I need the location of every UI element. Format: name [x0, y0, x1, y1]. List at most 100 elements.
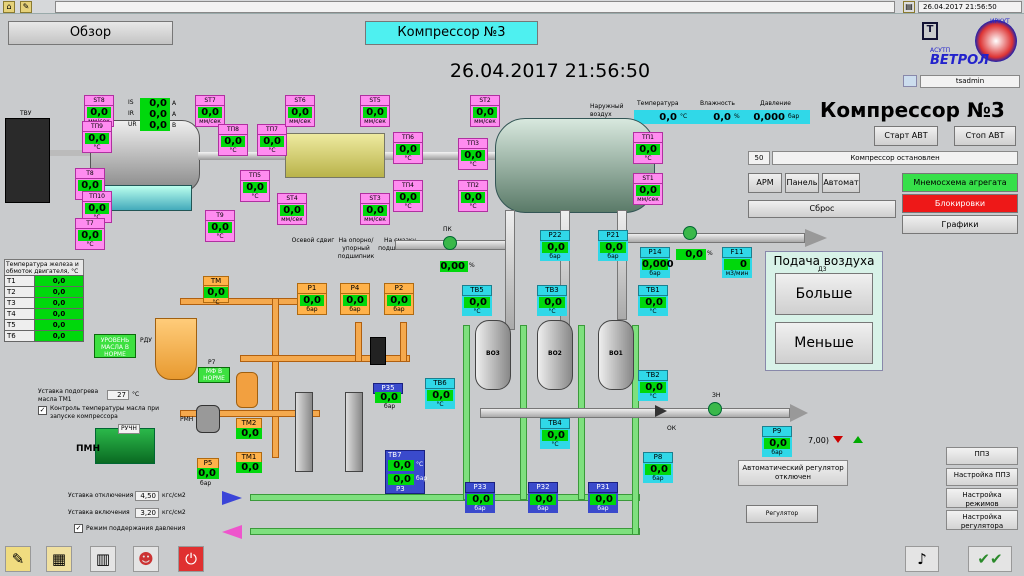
sensor-box: 0,0°C [75, 229, 105, 250]
pressure-value: 0,000 [753, 112, 785, 123]
regulator-status: Автоматический регулятор отключен [738, 460, 848, 486]
air-sensor-tb2: ТВ2 0,0 °C [638, 370, 668, 401]
sensor-value: 0,0 [221, 136, 245, 147]
p5-value: 0,0 [197, 468, 219, 479]
modes-settings-button[interactable]: Настройка режимов [946, 488, 1018, 508]
regulator-button[interactable]: Регулятор [746, 505, 818, 523]
regulator-settings-button[interactable]: Настройка регулятора [946, 510, 1018, 530]
sensor-box: 0,0°C [458, 191, 488, 212]
sound-icon[interactable]: ♪ [905, 546, 939, 572]
tab-compressor-3[interactable]: Компрессор №3 [365, 21, 538, 45]
sensor-unit: °C [469, 203, 477, 210]
tb7-unit: °C [416, 461, 424, 468]
pressure-label: Р1 [297, 283, 327, 294]
windings-row: T4 0,0 [4, 308, 84, 320]
outside-label: Наружный воздух [590, 103, 624, 118]
air-sensor-value: 0,0 [427, 390, 453, 401]
sensor-label: ТП5 [240, 170, 270, 181]
ruchn-field[interactable]: РУЧН [118, 424, 140, 434]
users-icon[interactable]: ☻ [133, 546, 159, 572]
winding-value: 0,0 [34, 297, 84, 309]
increase-air-button[interactable]: Больше [775, 273, 873, 315]
off-setpoint-input[interactable]: 4,50 [135, 491, 159, 501]
air-sensor-unit: °C [649, 393, 657, 400]
air-sensor-value: 0,0 [542, 430, 568, 441]
tools-icon[interactable]: ✎ [5, 546, 31, 572]
pk-valve[interactable] [443, 236, 457, 250]
air-sensor-label: ТВ3 [537, 285, 567, 296]
temp-label: Температура [637, 100, 679, 107]
oil-temp-control-checkbox[interactable]: ✓ [38, 406, 47, 415]
d3-valve[interactable] [683, 226, 697, 240]
sensor-value: 0,0 [461, 192, 485, 203]
sensor-unit: °C [404, 203, 412, 210]
sensor-box: 0,0мм/сек [285, 106, 315, 127]
printer-icon[interactable]: ▤ [903, 1, 915, 13]
pressure-unit: бар [393, 306, 405, 313]
ppz-settings-button[interactable]: Настройка ППЗ [946, 468, 1018, 486]
d3-value: 0,0 [676, 249, 706, 260]
power-icon[interactable]: ⏻ [178, 546, 204, 572]
acknowledge-icon[interactable]: ✔✔ [968, 546, 1012, 572]
air-pipe-bottom [480, 408, 790, 418]
air-sensor-label: Р22 [540, 230, 570, 241]
valve-p4 [370, 337, 386, 365]
air-sensor-label: Р33 [465, 482, 495, 493]
air-sensor-label: ТВ2 [638, 370, 668, 381]
start-auto-button[interactable]: Старт АВТ [874, 126, 938, 146]
report-icon[interactable]: ▥ [90, 546, 116, 572]
on-setpoint-input[interactable]: 3,20 [135, 508, 159, 518]
blocks-button[interactable]: Блокировки [902, 194, 1018, 213]
ur-unit: В [172, 122, 177, 129]
air-sensor-f11: F11 0 м3/мин [722, 247, 752, 278]
pressure-mode-checkbox[interactable]: ✓ [74, 524, 83, 533]
auto-button[interactable]: Автомат [822, 173, 860, 193]
air-sensor-unit: бар [607, 253, 619, 260]
home-icon[interactable]: ⌂ [3, 1, 15, 13]
graphs-button[interactable]: Графики [902, 215, 1018, 234]
air-pipe-out [625, 233, 805, 243]
reset-button[interactable]: Сброс [748, 200, 896, 218]
arm-button[interactable]: АРМ [748, 173, 782, 193]
stop-auto-button[interactable]: Стоп АВТ [954, 126, 1016, 146]
sensor-unit: °C [86, 241, 94, 248]
edit-icon[interactable]: ✎ [20, 1, 32, 13]
zn-valve[interactable] [708, 402, 722, 416]
overview-button[interactable]: Обзор [8, 21, 173, 45]
heat-setpoint-input[interactable]: 27 [107, 390, 129, 400]
air-pipe-v1 [505, 210, 515, 330]
panel-button[interactable]: Панель [785, 173, 819, 193]
setpoint-down-icon[interactable] [833, 436, 843, 443]
oil-pipe-p2 [400, 322, 407, 362]
p3-label: Р3 [396, 485, 405, 493]
oil-filter [236, 372, 258, 408]
decrease-air-button[interactable]: Меньше [775, 322, 873, 364]
mnemo-button[interactable]: Мнемосхема агрегата [902, 173, 1018, 192]
pressure-note: Осевой сдвиг [291, 237, 335, 244]
sensor-box: 0,0°C [82, 132, 112, 153]
sensor-label: ТП9 [82, 121, 112, 132]
air-sensor-value: 0,0 [640, 297, 666, 308]
water-pipe-v1 [463, 325, 470, 500]
sensor-4: T7 0,0 °C [75, 218, 105, 250]
sensor-label: ТП10 [82, 191, 112, 202]
air-sensor-unit: бар [771, 449, 783, 456]
oil-pump-rmn [196, 405, 220, 433]
air-sensor-p22: Р22 0,0 бар [540, 230, 570, 261]
air-sensor-tb5: ТВ5 0,0 °C [462, 285, 492, 316]
sensor-label: T8 [75, 168, 105, 179]
sensor-box: 0,0°C [240, 181, 270, 202]
winding-value: 0,0 [34, 308, 84, 320]
windings-row: T1 0,0 [4, 275, 84, 287]
ppz-button[interactable]: ППЗ [946, 447, 1018, 465]
air-sensor-label: ТВ4 [540, 418, 570, 429]
sensor-unit: мм/сек [637, 196, 659, 203]
rdu-label: РДУ [140, 337, 152, 344]
setpoint-up-icon[interactable] [853, 436, 863, 443]
notes-icon[interactable]: ▦ [46, 546, 72, 572]
sensor-unit: °C [644, 155, 652, 162]
sensor-5: T9 0,0 °C [205, 210, 235, 242]
mf-status: МФ В НОРМЕ [198, 367, 230, 383]
sensor-label: ST4 [277, 193, 307, 204]
sensor-18: ТП2 0,0 °C [458, 180, 488, 212]
